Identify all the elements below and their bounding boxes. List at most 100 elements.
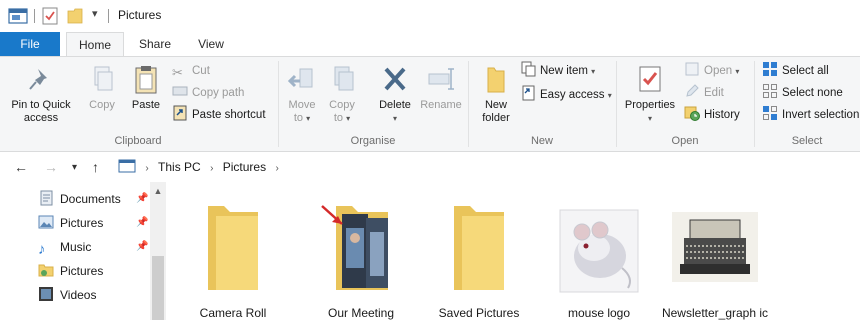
paste-clipboard-icon (135, 66, 157, 94)
properties-button[interactable]: Properties ▾ (622, 61, 678, 125)
copy-button[interactable]: Copy (82, 61, 122, 112)
pin-icon (29, 69, 47, 90)
nav-item-label: Pictures (60, 264, 104, 278)
new-item-button[interactable]: New item ▾ (520, 61, 595, 81)
easy-access-button[interactable]: Easy access ▾ (520, 85, 612, 105)
mouse-image-thumbnail (559, 209, 639, 293)
breadcrumb: › This PC › Pictures › (118, 159, 285, 174)
copy-path-label: Copy path (192, 87, 245, 99)
copy-to-label-line2: to (333, 112, 344, 124)
pin-icon[interactable]: 📌 (136, 241, 148, 252)
breadcrumb-item-this-pc[interactable]: This PC (158, 160, 201, 174)
pin-icon[interactable]: 📌 (136, 193, 148, 204)
file-label: Our Meeting (327, 306, 395, 320)
paste-button[interactable]: Paste (126, 61, 166, 112)
music-note-icon: ♪ (38, 241, 46, 258)
select-all-icon (763, 62, 777, 76)
properties-label: Properties (624, 99, 676, 111)
scroll-up-arrow-icon[interactable]: ▲ (150, 186, 166, 196)
properties-check-icon[interactable] (42, 7, 58, 25)
typewriter-image-thumbnail (672, 212, 758, 282)
nav-item-pictures-library[interactable]: Pictures (38, 260, 103, 282)
customize-toolbar-dropdown-icon[interactable]: ▾ (92, 7, 98, 25)
select-none-label: Select none (782, 87, 843, 99)
chevron-down-icon[interactable]: ▾ (622, 112, 678, 125)
file-label: mouse logo (567, 306, 631, 320)
edit-pencil-icon (686, 84, 699, 97)
select-none-button[interactable]: Select none (762, 83, 843, 103)
move-to-icon (287, 68, 313, 88)
chevron-down-icon[interactable]: ▾ (374, 112, 416, 125)
videos-film-icon (39, 287, 53, 301)
nav-item-documents[interactable]: Documents (38, 188, 121, 210)
folder-icon (208, 206, 258, 290)
breadcrumb-separator-icon[interactable]: › (210, 163, 213, 174)
copy-icon (94, 66, 113, 91)
paste-shortcut-button[interactable]: Paste shortcut (172, 105, 266, 125)
tab-file[interactable]: File (0, 32, 60, 56)
back-arrow-icon[interactable]: ← (14, 159, 28, 175)
invert-selection-button[interactable]: Invert selection (762, 105, 859, 125)
tab-home[interactable]: Home (66, 32, 124, 57)
up-arrow-icon[interactable]: ↑ (92, 159, 99, 175)
pictures-icon (38, 215, 54, 229)
navigation-scrollbar[interactable]: ▲ (150, 182, 166, 320)
nav-item-label: Music (60, 240, 92, 254)
move-to-button[interactable]: Move to ▾ (284, 61, 320, 125)
rename-button[interactable]: Rename (418, 61, 464, 112)
cut-button[interactable]: ✂ Cut (172, 61, 210, 81)
copy-to-icon (334, 66, 354, 91)
pin-icon[interactable]: 📌 (136, 217, 148, 228)
move-to-label-line2: to (293, 112, 304, 124)
open-icon (685, 62, 699, 76)
cut-label: Cut (192, 65, 210, 77)
properties-icon (639, 66, 661, 92)
title-bar: ▾ Pictures (0, 0, 860, 32)
open-label: Open (704, 65, 733, 77)
select-none-icon (763, 84, 777, 98)
recent-locations-chevron-icon[interactable]: ▾ (72, 162, 77, 173)
paste-label: Paste (131, 99, 161, 111)
new-folder-quick-icon[interactable] (66, 7, 84, 25)
tab-view[interactable]: View (186, 32, 236, 56)
edit-button[interactable]: Edit (684, 83, 724, 103)
nav-item-videos[interactable]: Videos (38, 284, 96, 306)
history-button[interactable]: History (684, 105, 740, 125)
pictures-library-icon (38, 264, 54, 277)
new-folder-button[interactable]: New folder (474, 61, 518, 125)
copy-path-button[interactable]: Copy path (172, 83, 244, 103)
quick-access-separator (34, 9, 35, 23)
easy-access-label: Easy access (540, 89, 605, 101)
easy-access-icon (522, 85, 535, 101)
ribbon: Pin to Quick access Copy Paste ✂ Cut Copy… (0, 56, 860, 152)
copy-to-button[interactable]: Copy to ▾ (324, 61, 360, 125)
open-button[interactable]: Open ▾ (684, 61, 739, 81)
select-all-button[interactable]: Select all (762, 61, 829, 81)
forward-arrow-icon[interactable]: → (44, 159, 58, 175)
explorer-window-icon[interactable] (8, 7, 28, 25)
ribbon-tabs: File Home Share View (0, 32, 860, 57)
tab-share[interactable]: Share (130, 32, 180, 56)
address-row: ← → ▾ ↑ › This PC › Pictures › (0, 152, 860, 182)
file-label: Newsletter_graph ic (661, 306, 769, 320)
pin-to-quick-access-button[interactable]: Pin to Quick access (6, 61, 76, 125)
this-pc-icon (118, 159, 136, 173)
nav-item-music[interactable]: ♪ Music (38, 236, 91, 258)
scroll-thumb[interactable] (152, 256, 164, 320)
breadcrumb-separator-icon[interactable]: › (145, 163, 148, 174)
chevron-down-icon: ▾ (346, 114, 351, 123)
group-label-open: Open (671, 135, 699, 147)
chevron-down-icon: ▾ (735, 67, 740, 76)
chevron-down-icon: ▾ (306, 114, 311, 123)
paste-shortcut-label: Paste shortcut (192, 109, 266, 121)
edit-label: Edit (704, 87, 724, 99)
nav-item-pictures-pinned[interactable]: Pictures (38, 212, 103, 234)
breadcrumb-item-pictures[interactable]: Pictures (223, 160, 266, 174)
delete-button[interactable]: Delete ▾ (374, 61, 416, 125)
folder-icon (454, 206, 504, 290)
documents-icon (40, 190, 53, 206)
copy-label: Copy (89, 99, 115, 111)
photo-folder-icon (321, 205, 388, 290)
breadcrumb-separator-icon[interactable]: › (275, 163, 278, 174)
new-item-icon (521, 61, 536, 77)
